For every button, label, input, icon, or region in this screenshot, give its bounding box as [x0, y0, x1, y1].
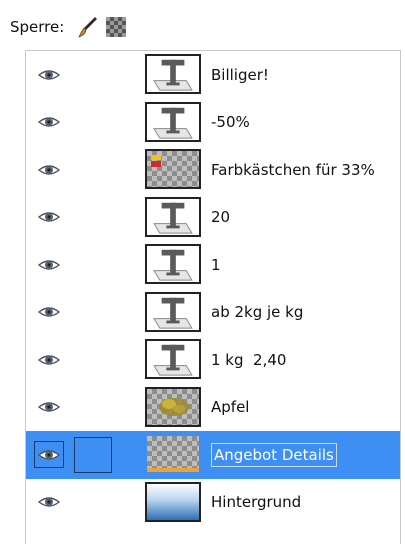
link-toggle[interactable] [74, 342, 112, 378]
eye-icon[interactable] [34, 489, 64, 516]
eye-icon[interactable] [34, 204, 64, 231]
eye-icon[interactable] [34, 109, 64, 136]
layer-row-selected[interactable]: Angebot Details [26, 431, 400, 479]
layer-row[interactable]: 20 [26, 194, 400, 242]
eye-icon[interactable] [34, 441, 64, 468]
layer-row[interactable]: ab 2kg je kg [26, 289, 400, 337]
eye-icon[interactable] [34, 61, 64, 88]
layer-name[interactable]: ab 2kg je kg [211, 289, 303, 337]
layers-panel: Sperre: Billiger! -50% Farbkästchen für … [0, 0, 405, 544]
layer-name[interactable]: Hintergrund [211, 479, 301, 527]
layer-row[interactable]: Hintergrund [26, 479, 400, 527]
layer-name[interactable]: 1 [211, 241, 221, 289]
link-toggle[interactable] [74, 57, 112, 93]
link-toggle[interactable] [74, 437, 112, 473]
layer-name[interactable]: -50% [211, 99, 250, 147]
text-layer-icon [145, 101, 201, 142]
text-layer-icon [145, 339, 201, 379]
eye-icon[interactable] [34, 251, 64, 278]
layer-name[interactable]: Angebot Details [211, 431, 337, 479]
orange-strip [147, 468, 199, 472]
eye-icon[interactable] [34, 299, 64, 326]
eye-icon[interactable] [34, 346, 64, 373]
alpha-checker-icon[interactable] [106, 17, 127, 37]
transparent-layer-thumbnail [145, 434, 201, 474]
layer-name[interactable]: 1 kg 2,40 [211, 336, 286, 384]
lock-label: Sperre: [10, 18, 65, 36]
lock-bar: Sperre: [10, 6, 127, 48]
layer-row[interactable]: -50% [26, 99, 400, 147]
color-swatches-thumbnail [145, 149, 201, 189]
link-toggle[interactable] [74, 105, 112, 141]
eye-icon[interactable] [34, 156, 64, 183]
apple-thumbnail [145, 386, 201, 427]
layer-row[interactable]: Farbkästchen für 33% [26, 146, 400, 194]
layer-name[interactable]: Farbkästchen für 33% [211, 146, 375, 194]
brush-icon[interactable] [74, 14, 100, 40]
layer-row[interactable]: Apfel [26, 384, 400, 432]
layer-name[interactable]: Apfel [211, 384, 249, 432]
link-toggle[interactable] [74, 247, 112, 283]
link-toggle[interactable] [74, 152, 112, 188]
layers-list: Billiger! -50% Farbkästchen für 33% 20 1… [25, 50, 401, 544]
text-layer-icon [145, 196, 201, 237]
layer-row[interactable]: Billiger! [26, 51, 400, 99]
text-layer-icon [145, 291, 201, 332]
layer-row[interactable]: 1 [26, 241, 400, 289]
layer-name[interactable]: 20 [211, 194, 230, 242]
text-layer-icon [145, 54, 201, 94]
link-toggle[interactable] [74, 200, 112, 236]
text-layer-icon [145, 244, 201, 284]
eye-icon[interactable] [34, 394, 64, 421]
gradient-thumbnail [145, 481, 201, 522]
layer-row[interactable]: 1 kg 2,40 [26, 336, 400, 384]
layer-name[interactable]: Billiger! [211, 51, 269, 99]
link-toggle[interactable] [74, 295, 112, 331]
link-toggle[interactable] [74, 390, 112, 426]
link-toggle[interactable] [74, 485, 112, 521]
